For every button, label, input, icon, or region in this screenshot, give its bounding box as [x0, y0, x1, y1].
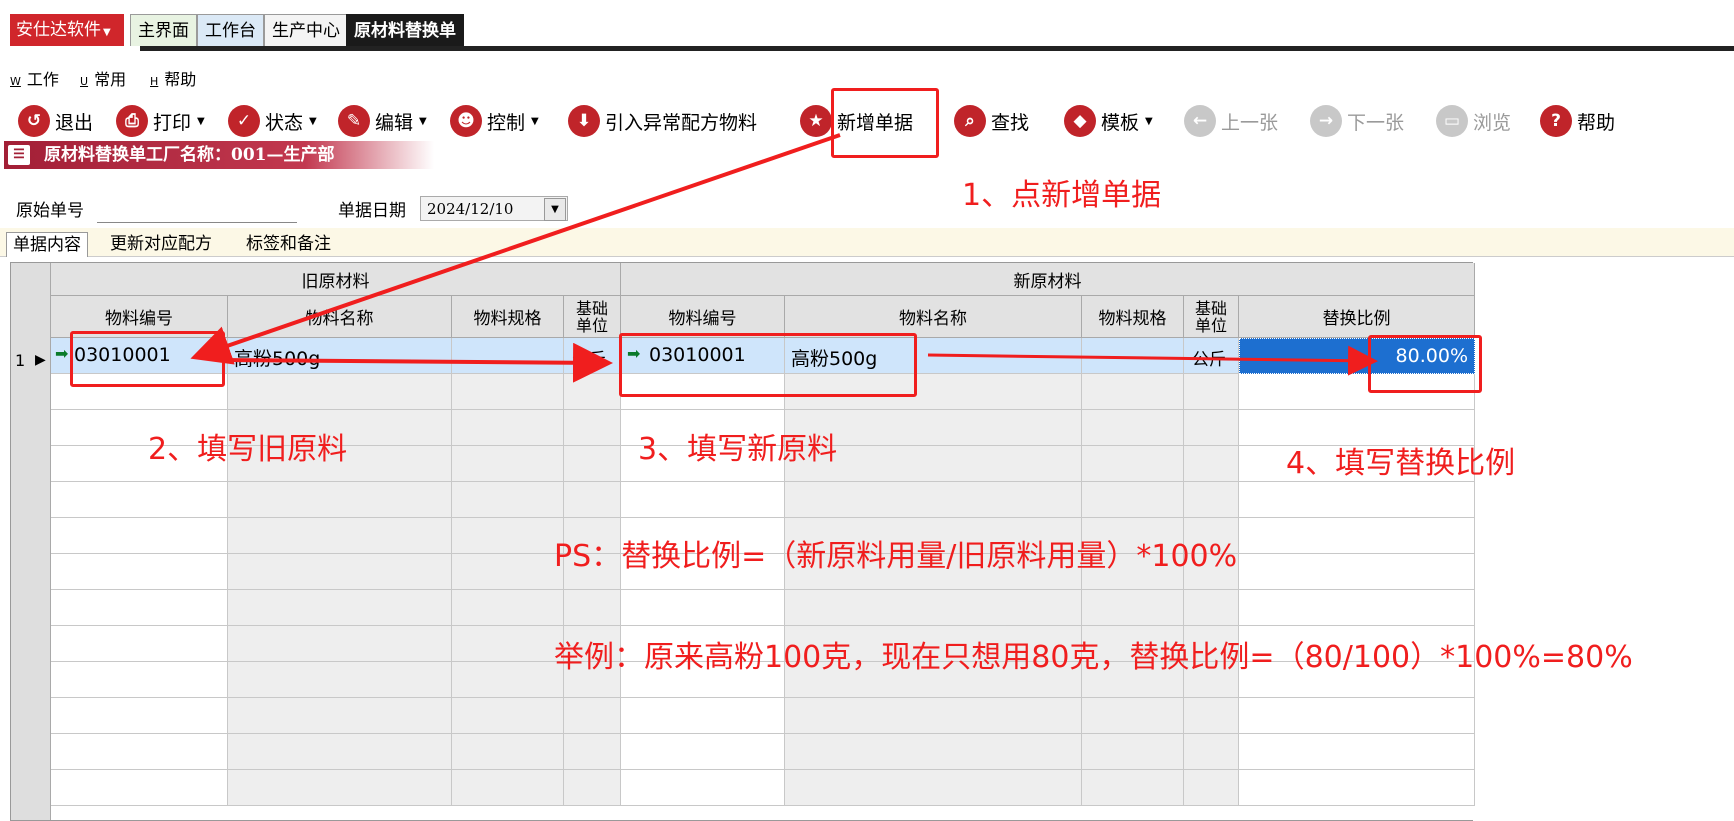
annotation-arrows [190, 133, 1378, 383]
annotation-step1: 1、点新增单据 [962, 178, 1162, 213]
annotation-step2: 2、填写旧原料 [148, 432, 348, 467]
annotation-step4: 4、填写替换比例 [1286, 446, 1516, 481]
arrow-step3-to-step4 [927, 345, 1378, 376]
annotation-formula: PS：替换比例=（新原料用量/旧原料用量）*100% [554, 539, 1238, 574]
arrow-step2-to-step3 [217, 342, 613, 383]
annotation-example: 举例：原来高粉100克，现在只想用80克，替换比例=（80/100）*100%=… [554, 640, 1633, 675]
arrow-step1-to-step2 [190, 133, 841, 365]
annotation-step3: 3、填写新原料 [638, 432, 838, 467]
